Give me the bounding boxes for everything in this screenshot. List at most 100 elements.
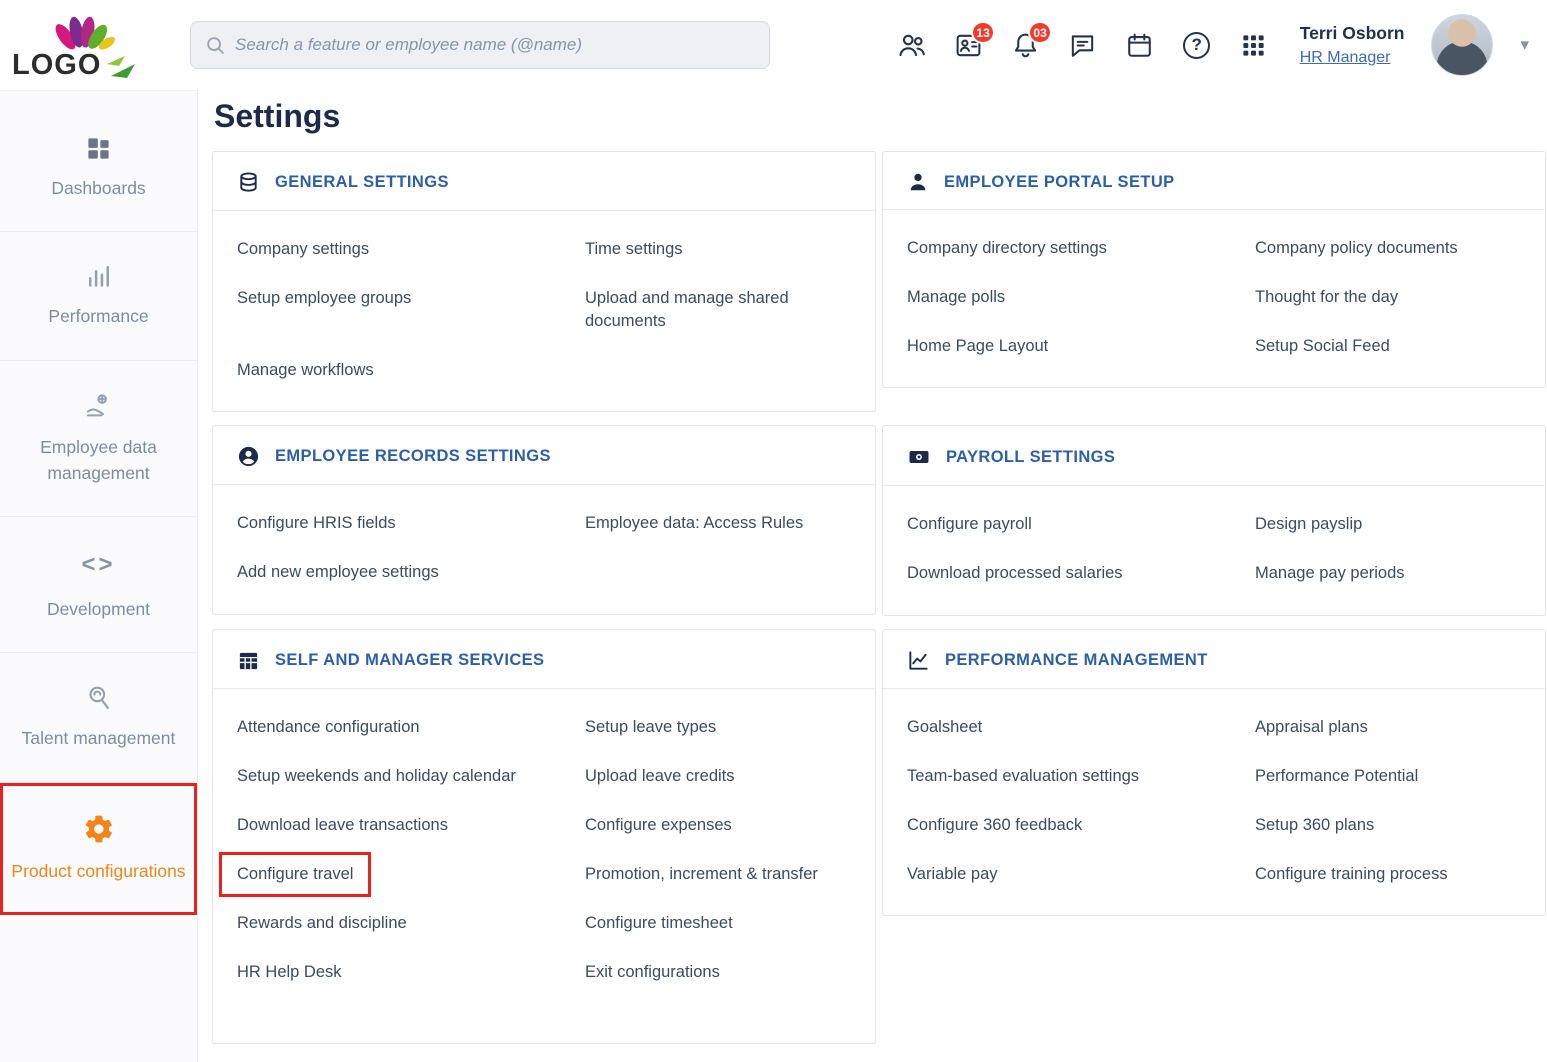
settings-link[interactable]: Configure payroll [907,500,1255,549]
global-search [190,21,770,69]
settings-link[interactable]: Team-based evaluation settings [907,752,1255,801]
card-general-settings: GENERAL SETTINGS Company settings Time s… [212,151,876,412]
sidebar-item-dashboards[interactable]: Dashboards [0,91,197,232]
settings-link[interactable]: Setup leave types [585,703,847,752]
settings-link[interactable]: Promotion, increment & transfer [585,850,847,899]
settings-link[interactable]: Home Page Layout [907,322,1255,371]
settings-link[interactable]: Setup employee groups [237,274,585,346]
search-icon [204,34,226,56]
card-title: SELF AND MANAGER SERVICES [275,651,544,670]
settings-link[interactable]: Download processed salaries [907,549,1255,598]
settings-link[interactable]: Configure HRIS fields [237,499,585,548]
notifications-bell-icon[interactable]: 03 [1011,30,1041,60]
settings-link[interactable]: Performance Potential [1255,752,1517,801]
logo-swoosh-icon [105,54,139,80]
sidebar-item-label: Employee data management [8,434,189,487]
sidebar-item-talent-management[interactable]: Talent management [0,653,197,782]
app-logo: LOGO [0,11,198,80]
settings-link[interactable]: Manage workflows [237,346,585,395]
help-icon[interactable]: ? [1182,30,1212,60]
settings-link[interactable]: Employee data: Access Rules [585,499,847,548]
sidebar-item-label: Dashboards [51,175,145,201]
sidebar-item-label: Talent management [22,725,176,751]
settings-link[interactable]: Appraisal plans [1255,703,1517,752]
person-icon [907,171,929,193]
database-icon [237,171,260,194]
settings-link-configure-travel[interactable]: Configure travel [237,850,585,899]
sidebar-item-product-configurations[interactable]: Product configurations [0,783,197,915]
employee-directory-icon[interactable]: 13 [954,30,984,60]
card-self-and-manager-services: SELF AND MANAGER SERVICES Attendance con… [212,629,876,1045]
sidebar-item-label: Performance [48,303,148,329]
settings-link[interactable]: Company policy documents [1255,224,1517,273]
settings-link[interactable]: Time settings [585,225,847,274]
chevron-down-icon[interactable]: ▾ [1520,35,1529,55]
card-title: EMPLOYEE RECORDS SETTINGS [275,447,551,466]
settings-link[interactable]: Variable pay [907,850,1255,899]
settings-link[interactable]: Upload and manage shared documents [585,274,847,346]
card-title: GENERAL SETTINGS [275,173,449,192]
calendar-icon[interactable] [1125,30,1155,60]
talent-search-icon [84,683,113,712]
settings-cards-grid: GENERAL SETTINGS Company settings Time s… [212,151,1546,1044]
notifications-badge: 03 [1028,21,1051,44]
sidebar-item-employee-data-management[interactable]: Employee data management [0,361,197,518]
settings-link[interactable]: Download leave transactions [237,801,585,850]
settings-link[interactable]: Setup weekends and holiday calendar [237,752,585,801]
settings-link[interactable]: Configure 360 feedback [907,801,1255,850]
line-chart-icon [907,649,930,672]
user-block: Terri Osborn HR Manager [1300,20,1405,70]
people-icon[interactable] [897,30,927,60]
topbar: LOGO 13 03 ? [0,0,1547,90]
settings-link[interactable]: Configure training process [1255,850,1517,899]
settings-link[interactable]: Configure timesheet [585,899,847,948]
card-payroll-settings: PAYROLL SETTINGS Configure payroll Desig… [882,425,1546,615]
settings-link[interactable]: Setup 360 plans [1255,801,1517,850]
settings-link[interactable]: Setup Social Feed [1255,322,1517,371]
gear-icon [83,813,115,845]
main-content: Settings GENERAL SETTINGS Company settin… [198,90,1547,1062]
search-input[interactable] [190,21,770,69]
settings-link[interactable]: Attendance configuration [237,703,585,752]
user-name: Terri Osborn [1300,20,1405,46]
settings-link[interactable]: Goalsheet [907,703,1255,752]
apps-grid-icon[interactable] [1239,30,1269,60]
settings-link[interactable]: Configure expenses [585,801,847,850]
banknote-icon [907,445,931,469]
card-title: EMPLOYEE PORTAL SETUP [944,173,1175,192]
settings-link[interactable]: Rewards and discipline [237,899,585,948]
sidebar-item-performance[interactable]: Performance [0,232,197,360]
card-employee-portal-setup: EMPLOYEE PORTAL SETUP Company directory … [882,151,1546,388]
settings-link[interactable]: HR Help Desk [237,948,585,997]
dashboards-icon [85,135,112,162]
bar-chart-icon [85,262,113,290]
settings-link[interactable]: Company directory settings [907,224,1255,273]
sidebar: Dashboards Performance Employee data man… [0,90,198,1062]
chat-icon[interactable] [1068,30,1098,60]
settings-link[interactable]: Company settings [237,225,585,274]
settings-link[interactable]: Exit configurations [585,948,847,997]
sidebar-item-label: Development [47,596,150,622]
card-employee-records-settings: EMPLOYEE RECORDS SETTINGS Configure HRIS… [212,425,876,614]
card-performance-management: PERFORMANCE MANAGEMENT Goalsheet Apprais… [882,629,1546,916]
code-brackets-icon: <> [81,547,115,583]
settings-link[interactable]: Add new employee settings [237,548,585,597]
settings-link[interactable]: Manage polls [907,273,1255,322]
settings-link[interactable]: Thought for the day [1255,273,1517,322]
avatar[interactable] [1431,14,1493,76]
logo-text: LOGO [12,51,101,80]
sidebar-item-development[interactable]: <> Development [0,517,197,653]
card-title: PAYROLL SETTINGS [946,448,1115,467]
person-circle-icon [237,445,260,468]
calendar-grid-icon [237,649,260,672]
user-role-link[interactable]: HR Manager [1300,46,1405,70]
settings-link[interactable]: Design payslip [1255,500,1517,549]
topbar-actions: 13 03 ? Terri Osborn HR Manager ▾ [897,14,1529,76]
settings-link[interactable]: Upload leave credits [585,752,847,801]
sidebar-item-label: Product configurations [11,858,185,884]
directory-badge: 13 [971,21,994,44]
settings-link[interactable]: Manage pay periods [1255,549,1517,598]
card-title: PERFORMANCE MANAGEMENT [945,651,1208,670]
page-title: Settings [214,98,1546,135]
hand-data-icon [84,391,114,421]
